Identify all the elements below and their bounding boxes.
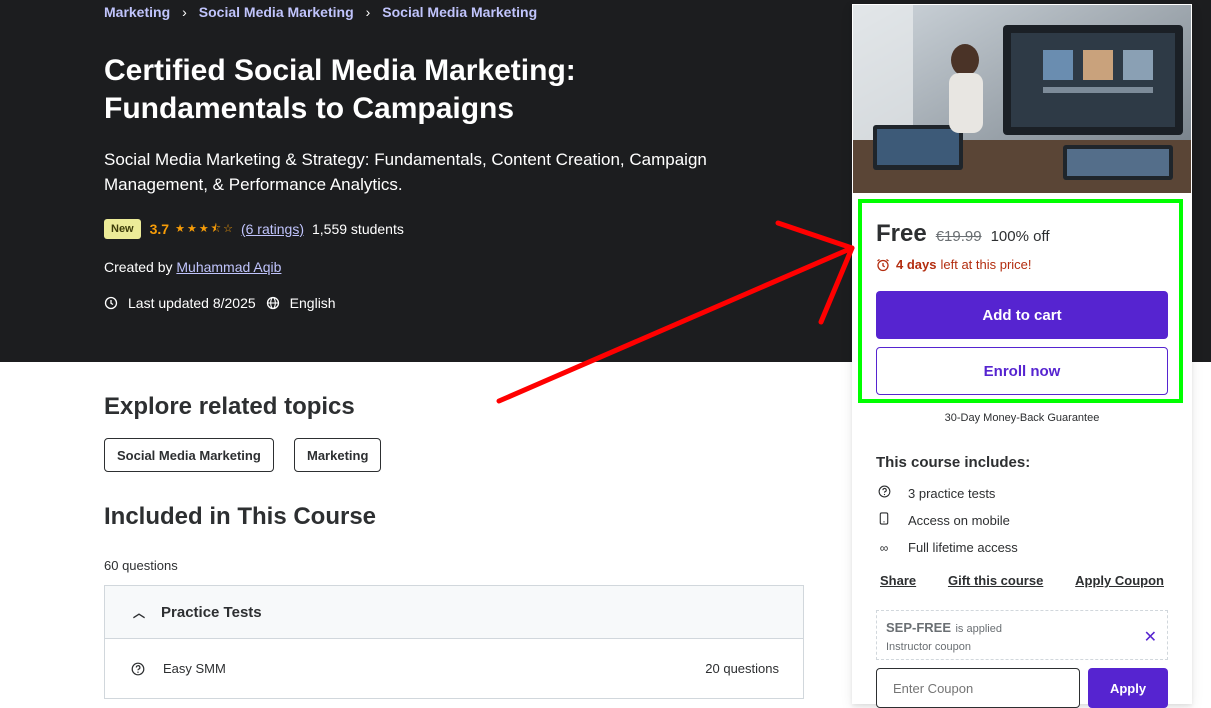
breadcrumb-item-marketing[interactable]: Marketing xyxy=(104,4,170,20)
rating-value: 3.7 xyxy=(149,221,170,237)
course-meta: Last updated 8/2025 English xyxy=(104,295,336,311)
card-links: Share Gift this course Apply Coupon xyxy=(876,573,1168,588)
infinity-icon: ∞ xyxy=(879,540,889,555)
original-price: €19.99 xyxy=(935,228,982,245)
students-count: 1,559 students xyxy=(312,221,404,237)
topic-chip-marketing[interactable]: Marketing xyxy=(294,438,382,472)
author-link[interactable]: Muhammad Aqib xyxy=(176,259,281,275)
chevron-up-icon: ︿ xyxy=(133,605,146,620)
ratings-count-link[interactable]: (6 ratings) xyxy=(241,221,304,237)
applied-coupon: SEP-FREE is applied Instructor coupon ✕ xyxy=(876,610,1168,660)
topic-chip-social-media-marketing[interactable]: Social Media Marketing xyxy=(104,438,274,472)
price-timer: 4 days left at this price! xyxy=(876,257,1032,272)
created-by-label: Created by xyxy=(104,259,173,275)
gift-course-button[interactable]: Gift this course xyxy=(944,573,1047,588)
share-button[interactable]: Share xyxy=(876,573,920,588)
star-rating-icon: ★★★⯪☆ xyxy=(175,222,235,235)
enroll-now-button[interactable]: Enroll now xyxy=(876,347,1168,395)
coupon-type: Instructor coupon xyxy=(886,641,971,653)
question-count: 60 questions xyxy=(104,558,178,573)
alarm-clock-icon xyxy=(877,258,889,271)
practice-test-row[interactable]: Easy SMM 20 questions xyxy=(104,639,804,699)
included-title: Included in This Course xyxy=(104,503,377,530)
coupon-applied-text: is applied xyxy=(955,623,1002,635)
discount-percent: 100% off xyxy=(990,228,1050,245)
chevron-right-icon: › xyxy=(365,4,371,20)
timer-days: 4 days xyxy=(896,257,937,272)
include-item-lifetime: ∞ Full lifetime access xyxy=(876,540,1018,555)
purchase-card: Free €19.99 100% off 4 days left at this… xyxy=(852,4,1192,708)
includes-title: This course includes: xyxy=(876,454,1031,471)
globe-icon xyxy=(266,296,279,310)
course-subtitle: Social Media Marketing & Strategy: Funda… xyxy=(104,150,707,194)
apply-coupon-button[interactable]: Apply xyxy=(1088,668,1168,708)
apply-coupon-link[interactable]: Apply Coupon xyxy=(1071,573,1168,588)
coupon-input[interactable] xyxy=(876,668,1080,708)
breadcrumb-item-social-media-marketing[interactable]: Social Media Marketing xyxy=(199,4,354,20)
mobile-icon xyxy=(876,512,892,528)
rating-row: New 3.7 ★★★⯪☆ (6 ratings) 1,559 students xyxy=(104,219,404,239)
include-item-practice-tests: 3 practice tests xyxy=(876,485,995,501)
section-title: Practice Tests xyxy=(161,603,262,621)
coupon-code: SEP-FREE xyxy=(886,620,952,635)
close-icon[interactable]: ✕ xyxy=(1144,627,1157,647)
course-preview-image[interactable] xyxy=(852,4,1192,194)
include-label: Access on mobile xyxy=(908,512,1010,528)
last-updated: Last updated 8/2025 xyxy=(128,295,256,311)
alert-clock-icon xyxy=(104,296,118,310)
add-to-cart-button[interactable]: Add to cart xyxy=(876,291,1168,339)
section-accordion-header[interactable]: ︿ Practice Tests xyxy=(104,585,804,639)
related-topics-title: Explore related topics xyxy=(104,393,355,420)
question-circle-icon xyxy=(876,485,892,501)
new-badge: New xyxy=(104,219,141,239)
breadcrumb-item-topic[interactable]: Social Media Marketing xyxy=(382,4,537,20)
practice-test-count: 20 questions xyxy=(705,661,779,676)
breadcrumb: Marketing › Social Media Marketing › Soc… xyxy=(104,4,537,20)
created-by: Created by Muhammad Aqib xyxy=(104,259,281,275)
include-label: 3 practice tests xyxy=(908,485,996,501)
question-circle-icon xyxy=(131,662,145,675)
price-row: Free €19.99 100% off xyxy=(876,220,1050,248)
include-item-mobile: Access on mobile xyxy=(876,512,1010,528)
include-label: Full lifetime access xyxy=(908,540,1018,555)
current-price: Free xyxy=(876,220,927,247)
course-language: English xyxy=(289,295,336,311)
practice-test-name: Easy SMM xyxy=(163,661,226,676)
chevron-right-icon: › xyxy=(182,4,187,20)
page-title: Certified Social Media Marketing: Fundam… xyxy=(104,54,576,125)
money-back-guarantee: 30-Day Money-Back Guarantee xyxy=(944,412,1100,424)
course-preview-illustration xyxy=(853,5,1191,193)
timer-text: left at this price! xyxy=(940,257,1032,272)
